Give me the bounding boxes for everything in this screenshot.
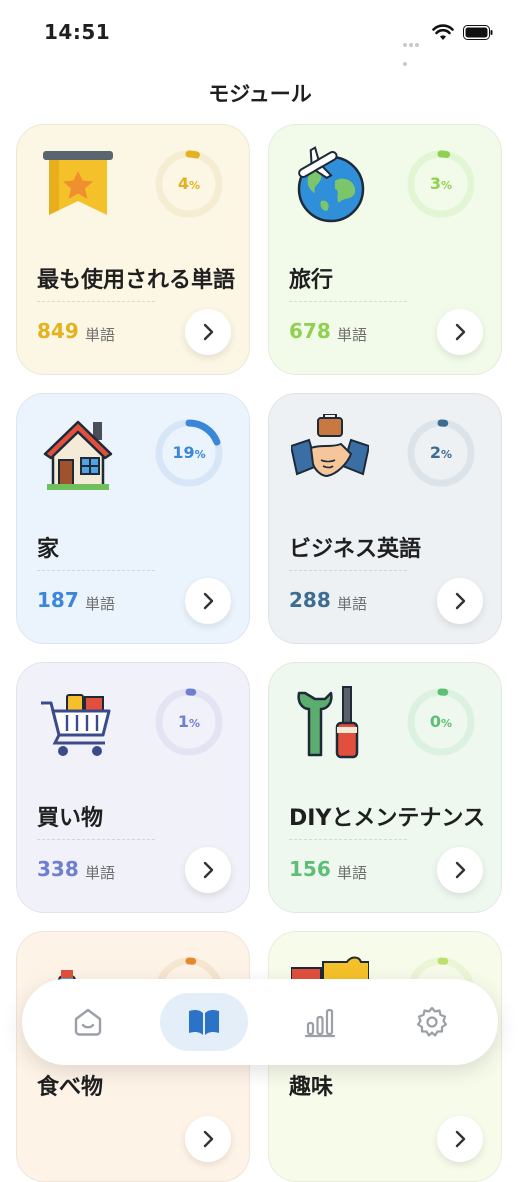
chevron-right-icon bbox=[455, 861, 466, 879]
divider bbox=[289, 839, 407, 840]
house-icon bbox=[43, 420, 113, 490]
word-count: 678 bbox=[289, 319, 331, 343]
home-icon bbox=[74, 1008, 102, 1036]
divider bbox=[289, 570, 407, 571]
divider bbox=[289, 301, 407, 302]
word-count: 338 bbox=[37, 857, 79, 881]
module-card-travel[interactable]: 3% 旅行 678 単語 bbox=[268, 124, 502, 375]
chevron-right-icon bbox=[203, 323, 214, 341]
progress-ring: 19% bbox=[154, 418, 224, 488]
open-module-button[interactable] bbox=[437, 578, 483, 624]
progress-ring: 2% bbox=[406, 418, 476, 488]
progress-ring: 0% bbox=[406, 687, 476, 757]
chevron-right-icon bbox=[455, 323, 466, 341]
open-module-button[interactable] bbox=[437, 1116, 483, 1162]
chevron-right-icon bbox=[203, 861, 214, 879]
progress-percent: 4% bbox=[177, 174, 201, 193]
tab-stats[interactable] bbox=[276, 993, 364, 1051]
module-name: ビジネス英語 bbox=[289, 537, 422, 562]
progress-ring: 1% bbox=[154, 687, 224, 757]
divider bbox=[37, 301, 155, 302]
progress-ring: 4% bbox=[154, 149, 224, 219]
status-time: 14:51 bbox=[44, 20, 111, 44]
bookmark-star-icon bbox=[43, 151, 113, 215]
wifi-icon bbox=[432, 24, 454, 40]
word-count: 156 bbox=[289, 857, 331, 881]
chevron-right-icon bbox=[203, 1130, 214, 1148]
status-bar: 14:51 bbox=[0, 0, 520, 66]
word-unit: 単語 bbox=[337, 595, 368, 613]
bottom-tab-bar bbox=[22, 979, 498, 1065]
page-title: モジュール bbox=[208, 82, 312, 106]
word-count: 849 bbox=[37, 319, 79, 343]
module-card-business-english[interactable]: 2% ビジネス英語 288 単語 bbox=[268, 393, 502, 644]
chevron-right-icon bbox=[455, 592, 466, 610]
chevron-right-icon bbox=[455, 1130, 466, 1148]
tab-settings[interactable] bbox=[388, 993, 476, 1051]
open-module-button[interactable] bbox=[185, 578, 231, 624]
word-unit: 単語 bbox=[85, 595, 116, 613]
module-card-home[interactable]: 19% 家 187 単語 bbox=[16, 393, 250, 644]
module-card-diy[interactable]: 0% DIYとメンテナンス 156 単語 bbox=[268, 662, 502, 913]
progress-percent: 19% bbox=[172, 443, 206, 462]
module-card-shopping[interactable]: 1% 買い物 338 単語 bbox=[16, 662, 250, 913]
progress-percent: 2% bbox=[429, 443, 453, 462]
word-count: 288 bbox=[289, 588, 331, 612]
open-module-button[interactable] bbox=[437, 847, 483, 893]
progress-percent: 0% bbox=[429, 712, 453, 731]
progress-percent: 1% bbox=[177, 712, 201, 731]
word-count: 187 bbox=[37, 588, 79, 612]
module-name: 最も使用される単語 bbox=[37, 268, 236, 293]
tools-icon bbox=[297, 686, 359, 759]
tab-home[interactable] bbox=[44, 993, 132, 1051]
module-card-most-used[interactable]: 4% 最も使用される単語 849 単語 bbox=[16, 124, 250, 375]
shopping-cart-icon bbox=[41, 694, 111, 756]
signal-dots-icon bbox=[403, 32, 425, 66]
open-module-button[interactable] bbox=[437, 309, 483, 355]
module-name: 旅行 bbox=[289, 268, 334, 293]
chevron-right-icon bbox=[203, 592, 214, 610]
progress-ring: 3% bbox=[406, 149, 476, 219]
book-icon bbox=[189, 1009, 219, 1035]
stats-icon bbox=[304, 1008, 336, 1038]
module-name: 家 bbox=[37, 537, 60, 562]
open-module-button[interactable] bbox=[185, 847, 231, 893]
word-unit: 単語 bbox=[85, 864, 116, 882]
battery-icon bbox=[463, 25, 493, 40]
settings-icon bbox=[416, 1006, 448, 1037]
word-unit: 単語 bbox=[337, 326, 368, 344]
divider bbox=[37, 839, 155, 840]
handshake-icon bbox=[291, 414, 369, 478]
module-name: DIYとメンテナンス bbox=[289, 806, 485, 831]
open-module-button[interactable] bbox=[185, 1116, 231, 1162]
progress-percent: 3% bbox=[429, 174, 453, 193]
tab-modules[interactable] bbox=[160, 993, 248, 1051]
word-unit: 単語 bbox=[85, 326, 116, 344]
globe-airplane-icon bbox=[297, 146, 365, 223]
divider bbox=[37, 570, 155, 571]
open-module-button[interactable] bbox=[185, 309, 231, 355]
module-name: 買い物 bbox=[37, 806, 104, 831]
word-unit: 単語 bbox=[337, 864, 368, 882]
